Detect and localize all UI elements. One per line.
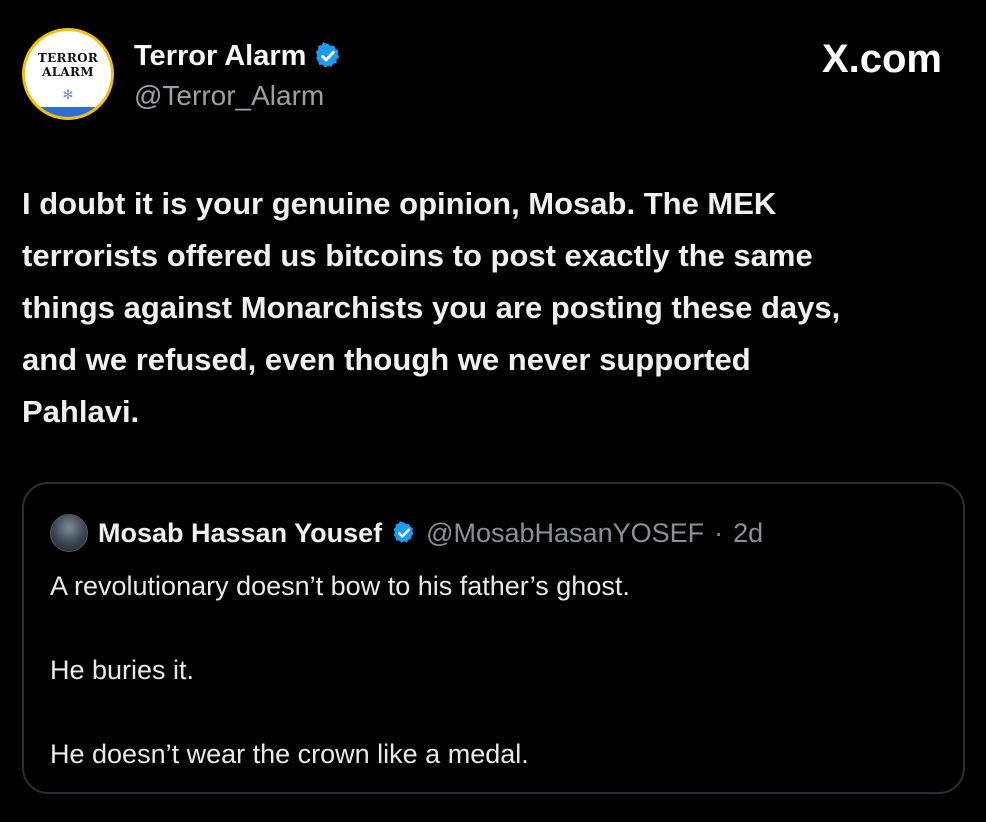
- author-name-row: Terror Alarm: [134, 38, 342, 74]
- quoted-tweet-time[interactable]: 2d: [733, 518, 763, 549]
- quoted-tweet-line: He buries it.: [50, 655, 195, 685]
- verified-badge-icon[interactable]: [314, 42, 342, 70]
- quoted-tweet-card[interactable]: Mosab Hassan Yousef @MosabHasanYOSEF · 2d …: [22, 482, 965, 794]
- author-avatar[interactable]: TERROR ALARM ✻: [22, 28, 114, 120]
- quoted-tweet-body: A revolutionary doesn’t bow to his fathe…: [50, 570, 930, 822]
- source-label: X.com: [822, 36, 942, 82]
- quoted-tweet-header: Mosab Hassan Yousef @MosabHasanYOSEF · 2d: [50, 514, 763, 552]
- quoted-tweet-line: A revolutionary doesn’t bow to his fathe…: [50, 571, 630, 601]
- tweet-text: I doubt it is your genuine opinion, Mosa…: [22, 186, 841, 429]
- quoted-author-handle[interactable]: @MosabHasanYOSEF: [426, 518, 704, 549]
- author-display-name[interactable]: Terror Alarm: [134, 38, 306, 74]
- avatar-logo-text: TERROR ALARM: [37, 51, 99, 79]
- avatar-logo-emblem-icon: ✻: [62, 87, 74, 102]
- avatar-logo-band: [25, 107, 111, 117]
- verified-badge-icon: [392, 521, 416, 545]
- quoted-tweet-line: He doesn’t wear the crown like a medal.: [50, 739, 529, 769]
- quoted-author-name[interactable]: Mosab Hassan Yousef: [98, 518, 382, 549]
- x-logo-text: X.com: [821, 37, 942, 81]
- separator-dot: ·: [714, 517, 724, 548]
- quoted-author-avatar[interactable]: [50, 514, 88, 552]
- author-handle[interactable]: @Terror_Alarm: [134, 79, 324, 113]
